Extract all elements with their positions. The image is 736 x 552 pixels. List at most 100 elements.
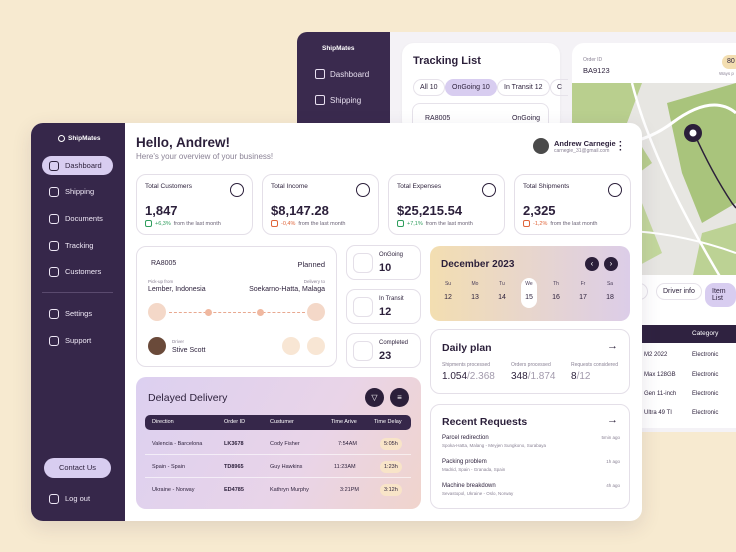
home-icon: [49, 160, 59, 171]
sidebar-item-settings[interactable]: Settings: [42, 304, 113, 323]
delivered-icon: [353, 341, 373, 361]
calendar-day[interactable]: Fr 17: [575, 281, 591, 301]
stat-card-customers: Total Customers 1,847 +6,3% from the last…: [136, 174, 253, 235]
tab-in-transit[interactable]: In Transit 12: [497, 79, 550, 96]
document-icon: [49, 213, 59, 224]
arrow-right-icon[interactable]: →: [607, 414, 618, 426]
package-icon: [148, 303, 166, 321]
daily-plan-card: Daily plan → Shipments processed 1.054/2.…: [430, 329, 630, 394]
delayed-delivery-card: Delayed Delivery ▽ ≡ Direction Order ID …: [136, 377, 421, 509]
sidebar-divider: [42, 292, 113, 293]
truck-icon: [353, 253, 373, 273]
tab-ongoing[interactable]: OnGoing 10: [445, 79, 497, 96]
tab-driver-info[interactable]: Driver info: [656, 283, 702, 300]
tracking-list-card: Tracking List All 10 OnGoing 10 In Trans…: [402, 43, 569, 133]
box-icon: [315, 95, 325, 105]
delivery-location: Soekarno-Hatta, Malaga: [249, 286, 325, 293]
home-icon: [315, 69, 325, 79]
recent-requests-card: Recent Requests → Parcel redirection Spok…: [430, 404, 630, 509]
route-icon: [49, 240, 59, 251]
shipment-card[interactable]: RA8005 Planned Pick-up from Lember, Indo…: [136, 246, 337, 367]
daily-plan-title: Daily plan: [442, 342, 492, 354]
phone-icon[interactable]: [282, 337, 300, 355]
sidebar-item-customers[interactable]: Customers: [42, 262, 113, 281]
box-icon: [608, 183, 622, 197]
plan-orders: Orders processed 348/1.874: [511, 362, 556, 382]
back-nav-shipping[interactable]: Shipping: [315, 95, 361, 105]
trend-up-icon: [397, 220, 404, 227]
filter-icon[interactable]: ▽: [365, 388, 384, 407]
subtitle: Here's your overview of your business!: [136, 152, 274, 161]
calendar-day-selected[interactable]: We 15: [521, 278, 537, 308]
calendar-day[interactable]: Su 12: [440, 281, 456, 301]
delivery-label: Delivery to: [303, 279, 325, 284]
contact-us-button[interactable]: Contact Us: [44, 458, 111, 478]
sidebar-item-support[interactable]: Support: [42, 331, 113, 350]
logout-button[interactable]: Log out: [42, 489, 113, 508]
chevron-right-icon[interactable]: ›: [604, 257, 618, 271]
table-header: Direction Order ID Custumer Time Arive T…: [145, 415, 411, 430]
pickup-label: Pick-up from: [148, 279, 174, 284]
back-sidebar: ShipMates Dashboard Shipping: [297, 32, 390, 132]
driver-label: Driver: [172, 339, 184, 344]
tracking-list-title: Tracking List: [413, 55, 481, 67]
summary-completed[interactable]: Completed 23: [346, 333, 421, 368]
sidebar-item-documents[interactable]: Documents: [42, 209, 113, 228]
greeting: Hello, Andrew!: [136, 135, 231, 150]
shipment-status: Planned: [297, 260, 325, 269]
delay-badge: 5:05h: [380, 438, 402, 450]
calendar-day[interactable]: Mo 13: [467, 281, 483, 301]
trend-down-icon: [523, 220, 530, 227]
box-icon: [353, 297, 373, 317]
calendar-day[interactable]: Th 16: [548, 281, 564, 301]
stat-card-expenses: Total Expenses $25,215.54 +7,1% from the …: [388, 174, 505, 235]
table-row[interactable]: Valencia - Barcelona LK3678 Cody Fisher …: [145, 433, 411, 455]
chevron-left-icon[interactable]: ‹: [585, 257, 599, 271]
users-icon: [49, 266, 59, 277]
summary-ongoing[interactable]: OnGoing 10: [346, 245, 421, 280]
user-email: carnegie_31@gmail.com: [554, 147, 610, 154]
trend-down-icon: [271, 220, 278, 227]
logo: ShipMates: [58, 135, 101, 142]
category-header: Category: [692, 330, 719, 337]
order-id-label: Order ID: [583, 57, 603, 63]
sidebar-item-tracking[interactable]: Tracking: [42, 236, 113, 255]
delay-badge: 1:23h: [380, 461, 402, 473]
delay-badge: 3:12h: [380, 484, 402, 496]
arrow-right-icon[interactable]: →: [607, 340, 618, 352]
request-item[interactable]: Machine breakdown Sevastopol, Ukraine - O…: [442, 483, 620, 496]
calendar-day[interactable]: Tu 14: [494, 281, 510, 301]
tracking-item-status: OnGoing: [511, 115, 540, 122]
tab-all[interactable]: All 10: [413, 79, 445, 96]
table-row[interactable]: Ukraine - Norway ED4785 Kathryn Murphy 3…: [145, 479, 411, 501]
sidebar-item-shipping[interactable]: Shipping: [42, 182, 113, 201]
table-row[interactable]: Spain - Spain TD8965 Guy Hawkins 11:23AM…: [145, 456, 411, 478]
sidebar-item-dashboard[interactable]: Dashboard: [42, 156, 113, 175]
items-table-header: Category: [630, 325, 736, 343]
more-icon[interactable]: · · ·: [619, 138, 622, 156]
order-badge: 80: [722, 55, 736, 69]
box-icon: [49, 186, 59, 197]
pickup-location: Lember, Indonesia: [148, 286, 206, 293]
request-item[interactable]: Parcel redirection Spoka-Hatta, Malang - …: [442, 435, 620, 448]
gear-icon: [49, 308, 59, 319]
sort-icon[interactable]: ≡: [390, 388, 409, 407]
calendar-day[interactable]: Sa 18: [602, 281, 618, 301]
plan-shipments: Shipments processed 1.054/2.368: [442, 362, 495, 382]
request-item[interactable]: Packing problem Madrid, Spain - Granada, …: [442, 459, 620, 472]
plan-requests: Requests considered 8/12: [571, 362, 618, 382]
summary-in-transit[interactable]: In Transit 12: [346, 289, 421, 324]
user-name: Andrew Carnegie: [554, 138, 616, 148]
main-dashboard: ShipMates Dashboard Shipping Documents T…: [31, 123, 642, 521]
order-id-value: BA9123: [583, 66, 610, 75]
tracking-item-id: RA8005: [425, 115, 451, 122]
tab-completed[interactable]: C: [550, 79, 569, 96]
back-nav-dashboard[interactable]: Dashboard: [315, 69, 369, 79]
tab-item-list[interactable]: Item List: [705, 283, 736, 307]
user-profile[interactable]: Andrew Carnegie carnegie_31@gmail.com: [533, 138, 616, 154]
income-icon: [356, 183, 370, 197]
driver-name: Stive Scott: [172, 347, 206, 354]
trend-up-icon: [145, 220, 152, 227]
chat-icon[interactable]: [307, 337, 325, 355]
route-dot: [257, 309, 264, 316]
